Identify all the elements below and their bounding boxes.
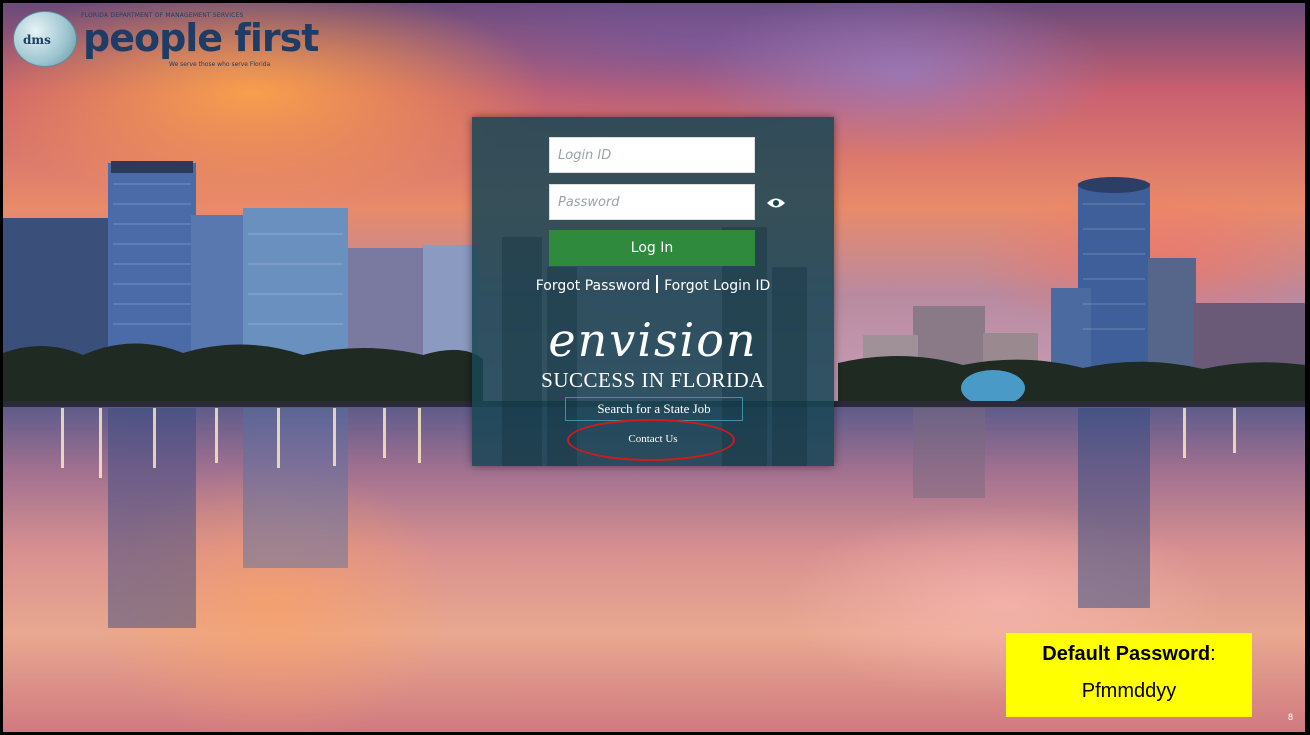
success-slogan: SUCCESS IN FLORIDA [541,368,765,392]
login-panel: Log In Forgot Password Forgot Login ID en… [472,117,834,466]
contact-us-highlight-circle [567,419,735,461]
search-state-job-button[interactable]: Search for a State Job [565,397,743,421]
callout-label-row: Default Password: [1042,643,1216,665]
password-input[interactable] [549,184,755,220]
callout-label: Default Password [1042,643,1211,665]
people-first-logo: dms FLORIDA DEPARTMENT OF MANAGEMENT SER… [13,9,319,71]
logo-tagline: We serve those who serve Florida [169,61,271,68]
login-id-input[interactable] [549,137,755,173]
eye-icon[interactable] [766,197,786,209]
slide-number: 8 [1288,712,1294,722]
forgot-links: Forgot Password Forgot Login ID [472,275,834,294]
log-in-button[interactable]: Log In [549,230,755,266]
default-password-callout: Default Password: Pfmmddyy [1006,633,1252,717]
dms-logo-badge: dms [13,11,77,67]
dms-badge-text: dms [23,33,51,47]
forgot-password-link[interactable]: Forgot Password [536,278,650,294]
envision-wordmark: envision [548,313,758,367]
callout-value: Pfmmddyy [1081,680,1177,702]
forgot-login-id-link[interactable]: Forgot Login ID [664,278,770,294]
logo-name: people first [83,16,319,60]
link-separator [656,275,659,293]
